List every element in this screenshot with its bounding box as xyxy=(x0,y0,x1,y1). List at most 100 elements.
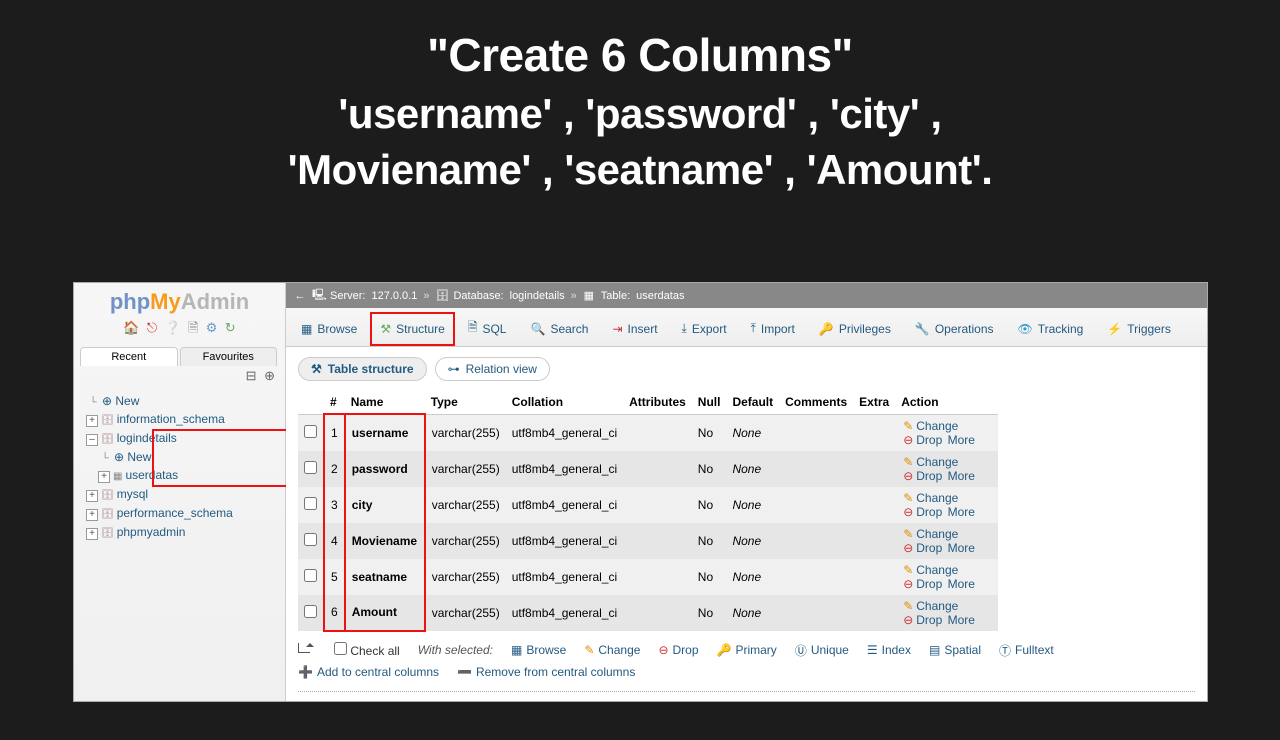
action-more[interactable]: More xyxy=(948,541,975,555)
row-checkbox[interactable] xyxy=(304,533,317,546)
action-more[interactable]: More xyxy=(948,613,975,627)
bulk-index[interactable]: ☰Index xyxy=(867,643,911,657)
action-drop[interactable]: ⊖Drop xyxy=(903,469,942,483)
add-central-columns[interactable]: ➕Add to central columns xyxy=(298,665,439,679)
tab-browse[interactable]: ▦Browse xyxy=(290,312,368,346)
tab-operations[interactable]: 🔧Operations xyxy=(904,312,1005,346)
cell-null: No xyxy=(692,595,727,631)
tree-userdatas[interactable]: +userdatas xyxy=(76,466,283,485)
cell-name: seatname xyxy=(345,559,425,595)
action-more[interactable]: More xyxy=(948,505,975,519)
home-icon[interactable]: 🏠 xyxy=(123,320,139,335)
bulk-spatial[interactable]: ▤Spatial xyxy=(929,643,981,657)
tree-phpmyadmin[interactable]: +phpmyadmin xyxy=(76,523,283,542)
logout-icon[interactable]: ⎋ xyxy=(147,320,157,335)
tab-favourites[interactable]: Favourites xyxy=(180,347,278,366)
table-row: 4Movienamevarchar(255)utf8mb4_general_ci… xyxy=(298,523,998,559)
row-checkbox[interactable] xyxy=(304,425,317,438)
tab-privileges[interactable]: 🔑Privileges xyxy=(808,312,902,346)
cell-attributes xyxy=(623,487,692,523)
row-checkbox[interactable] xyxy=(304,497,317,510)
cell-collation: utf8mb4_general_ci xyxy=(506,523,623,559)
sidebar-collapse-icons[interactable]: ⊟ ⊕ xyxy=(74,366,285,388)
tab-import[interactable]: ⤒Import xyxy=(740,312,806,346)
docs-icon[interactable]: ❔ xyxy=(164,320,180,335)
action-change[interactable]: ✎Change xyxy=(903,455,958,469)
tab-tracking[interactable]: 👁Tracking xyxy=(1007,312,1095,346)
remove-central-columns[interactable]: ➖Remove from central columns xyxy=(457,665,635,679)
action-more[interactable]: More xyxy=(948,469,975,483)
row-checkbox[interactable] xyxy=(304,569,317,582)
action-more[interactable]: More xyxy=(948,577,975,591)
cell-extra xyxy=(853,523,895,559)
phpmyadmin-window: phpMyAdmin 🏠 ⎋ ❔ 🗎 ⚙ ↻ Recent Favourites… xyxy=(73,282,1208,702)
tree-performance-schema[interactable]: +performance_schema xyxy=(76,504,283,523)
nav-back-icon[interactable]: ← xyxy=(294,290,306,302)
cell-extra xyxy=(853,451,895,487)
subtab-table-structure[interactable]: ⚒Table structure xyxy=(298,357,427,381)
cell-attributes xyxy=(623,523,692,559)
check-all-checkbox[interactable] xyxy=(334,642,347,655)
database-icon: 🗄 xyxy=(435,289,447,302)
check-all[interactable]: Check all xyxy=(334,642,400,658)
tree-logindetails-new[interactable]: └⊕ New xyxy=(76,448,283,466)
bulk-browse[interactable]: ▦Browse xyxy=(511,643,566,657)
action-drop[interactable]: ⊖Drop xyxy=(903,505,942,519)
tab-recent[interactable]: Recent xyxy=(80,347,178,366)
bulk-fulltext[interactable]: ⓉFulltext xyxy=(999,642,1054,659)
tree-information-schema[interactable]: +information_schema xyxy=(76,410,283,429)
row-checkbox[interactable] xyxy=(304,461,317,474)
cell-default: None xyxy=(726,595,779,631)
index-icon: ☰ xyxy=(867,643,878,657)
tree-new[interactable]: └⊕ New xyxy=(76,392,283,410)
cell-name: username xyxy=(345,414,425,451)
action-drop[interactable]: ⊖Drop xyxy=(903,433,942,447)
browse-icon: ▦ xyxy=(301,322,312,336)
cell-attributes xyxy=(623,451,692,487)
row-checkbox[interactable] xyxy=(304,605,317,618)
tree-logindetails[interactable]: –logindetails xyxy=(76,429,283,448)
sql-icon[interactable]: 🗎 xyxy=(188,320,198,335)
tab-triggers[interactable]: ⚡Triggers xyxy=(1096,312,1182,346)
bulk-unique[interactable]: ⓊUnique xyxy=(795,642,849,659)
tab-search[interactable]: 🔍Search xyxy=(519,312,599,346)
bulk-drop[interactable]: ⊖Drop xyxy=(658,643,698,657)
subtab-relation-view[interactable]: ⊶Relation view xyxy=(435,357,550,381)
bulk-change[interactable]: ✎Change xyxy=(584,643,640,657)
bc-server[interactable]: 127.0.0.1 xyxy=(371,290,417,302)
bc-db-label: Database: xyxy=(453,290,503,302)
th-null: Null xyxy=(692,391,727,414)
cell-default: None xyxy=(726,559,779,595)
import-icon: ⤒ xyxy=(751,321,756,336)
action-change[interactable]: ✎Change xyxy=(903,527,958,541)
action-change[interactable]: ✎Change xyxy=(903,599,958,613)
cell-num: 2 xyxy=(324,451,345,487)
cell-attributes xyxy=(623,414,692,451)
cell-attributes xyxy=(623,559,692,595)
bc-table[interactable]: userdatas xyxy=(636,290,684,302)
bc-db[interactable]: logindetails xyxy=(510,290,565,302)
privileges-icon: 🔑 xyxy=(819,322,834,336)
sidebar-quick-icons: 🏠 ⎋ ❔ 🗎 ⚙ ↻ xyxy=(74,317,285,347)
action-change[interactable]: ✎Change xyxy=(903,491,958,505)
action-drop[interactable]: ⊖Drop xyxy=(903,541,942,555)
settings-icon[interactable]: ⚙ xyxy=(206,320,218,335)
bulk-primary[interactable]: 🔑Primary xyxy=(717,643,777,657)
tab-export[interactable]: ⤓Export xyxy=(671,312,738,346)
cell-collation: utf8mb4_general_ci xyxy=(506,487,623,523)
th-comments: Comments xyxy=(779,391,853,414)
refresh-icon[interactable]: ↻ xyxy=(225,320,236,335)
action-drop[interactable]: ⊖Drop xyxy=(903,613,942,627)
table-row: 5seatnamevarchar(255)utf8mb4_general_ciN… xyxy=(298,559,998,595)
cell-num: 3 xyxy=(324,487,345,523)
action-change[interactable]: ✎Change xyxy=(903,563,958,577)
tree-mysql[interactable]: +mysql xyxy=(76,485,283,504)
tab-structure[interactable]: ⚒Structure xyxy=(370,312,454,346)
tab-sql[interactable]: 🗎SQL xyxy=(457,312,518,346)
action-more[interactable]: More xyxy=(948,433,975,447)
tab-insert[interactable]: ⇥Insert xyxy=(601,312,668,346)
action-change[interactable]: ✎Change xyxy=(903,419,958,433)
action-drop[interactable]: ⊖Drop xyxy=(903,577,942,591)
cell-null: No xyxy=(692,414,727,451)
cell-action: ✎Change ⊖Drop More xyxy=(895,451,998,487)
